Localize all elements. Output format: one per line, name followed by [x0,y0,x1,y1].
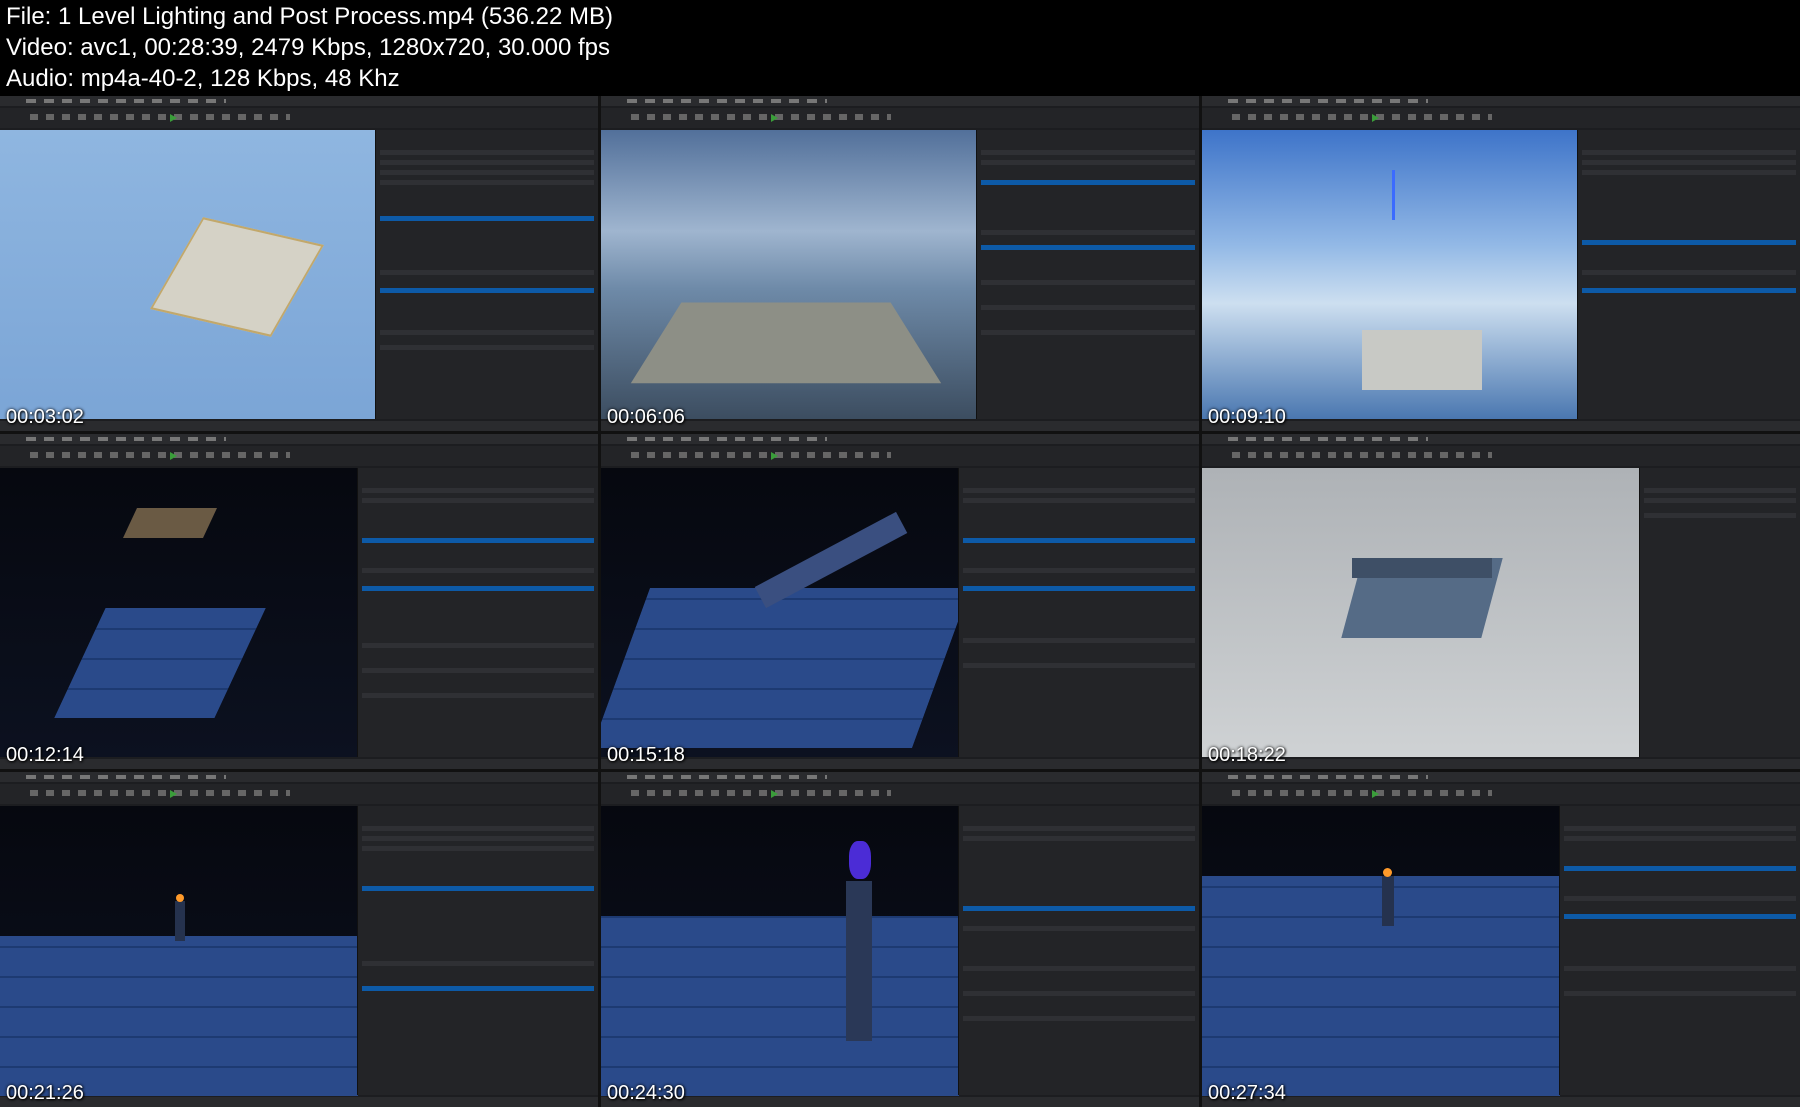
thumbnail-3: 00:09:10 [1202,96,1800,431]
viewport [601,130,977,419]
editor-menu-bar [0,772,598,782]
outliner-details-panel [958,806,1199,1095]
editor-toolbar [1202,784,1800,804]
outliner-details-panel [976,130,1199,419]
timestamp: 00:12:14 [6,744,84,766]
outliner-details-panel [357,806,598,1095]
editor-menu-bar [1202,772,1800,782]
outliner-details-panel [958,468,1199,757]
timestamp: 00:24:30 [607,1082,685,1104]
editor-menu-bar [601,434,1199,444]
video-info-line: Video: avc1, 00:28:39, 2479 Kbps, 1280x7… [6,34,611,61]
editor-status-bar [0,759,598,769]
dungeon-floor [601,916,959,1096]
details-panel [1639,468,1800,757]
play-icon [1372,114,1379,122]
thumbnail-9: 00:27:34 [1202,772,1800,1107]
thumbnail-2: 00:06:06 [601,96,1199,431]
audio-info-line: Audio: mp4a-40-2, 128 Kbps, 48 Khz [6,65,400,92]
railing-mesh [1352,558,1492,578]
thumbnail-6: 00:18:22 [1202,434,1800,769]
editor-status-bar [1202,421,1800,431]
editor-menu-bar [1202,96,1800,106]
thumbnail-grid: 00:03:02 00:06:06 00:09:10 00:12:14 00:1… [0,96,1800,1107]
file-info-line: File: 1 Level Lighting and Post Process.… [6,3,613,30]
play-icon [170,790,177,798]
editor-status-bar [601,421,1199,431]
play-icon [170,452,177,460]
editor-toolbar [601,446,1199,466]
timestamp: 00:09:10 [1208,406,1286,428]
thumbnail-5: 00:15:18 [601,434,1199,769]
viewport [601,806,959,1096]
transform-gizmo [1392,170,1395,220]
editor-menu-bar [0,434,598,444]
dungeon-floor [601,588,971,748]
outliner-details-panel [357,468,598,757]
timestamp: 00:15:18 [607,744,685,766]
play-icon [771,790,778,798]
viewport [0,806,358,1096]
thumbnail-8: 00:24:30 [601,772,1199,1107]
torch-pillar [1382,876,1394,926]
play-icon [771,114,778,122]
play-icon [771,452,778,460]
outliner-details-panel [375,130,598,419]
media-info-header: File: 1 Level Lighting and Post Process.… [0,0,1800,96]
editor-status-bar [1202,1097,1800,1107]
timestamp: 00:03:02 [6,406,84,428]
timestamp: 00:18:22 [1208,744,1286,766]
thumbnail-7: 00:21:26 [0,772,598,1107]
outliner-details-panel [1559,806,1800,1095]
timestamp: 00:21:26 [6,1082,84,1104]
editor-toolbar [1202,108,1800,128]
editor-menu-bar [601,96,1199,106]
crystal-pillar [846,881,872,1041]
editor-toolbar [601,108,1199,128]
thumbnail-1: 00:03:02 [0,96,598,431]
torch-flame [1383,868,1392,877]
dungeon-floor [0,936,358,1096]
editor-status-bar [0,1097,598,1107]
timestamp: 00:06:06 [607,406,685,428]
floor-plane [630,302,942,384]
editor-toolbar [601,784,1199,804]
editor-menu-bar [601,772,1199,782]
editor-toolbar [0,784,598,804]
viewport [1202,130,1578,419]
editor-status-bar [601,1097,1199,1107]
torch-flame [176,894,184,902]
outliner-details-panel [1577,130,1800,419]
timestamp: 00:27:34 [1208,1082,1286,1104]
play-icon [1372,790,1379,798]
play-icon [170,114,177,122]
viewport [1202,468,1640,757]
viewport [601,468,971,757]
viewport [0,130,376,419]
thumbnail-4: 00:12:14 [0,434,598,769]
editor-status-bar [1202,759,1800,769]
editor-toolbar [0,446,598,466]
floor-plane [1362,330,1482,390]
edge-mesh [123,508,217,538]
torch-pillar [175,901,185,941]
crystal [849,841,871,879]
editor-status-bar [601,759,1199,769]
viewport [0,468,358,757]
dungeon-floor [54,608,266,718]
editor-toolbar [1202,446,1800,466]
dungeon-floor [1202,876,1560,1096]
viewport [1202,806,1560,1096]
editor-toolbar [0,108,598,128]
editor-status-bar [0,421,598,431]
editor-menu-bar [1202,434,1800,444]
editor-menu-bar [0,96,598,106]
floor-tile-mesh [150,217,324,337]
